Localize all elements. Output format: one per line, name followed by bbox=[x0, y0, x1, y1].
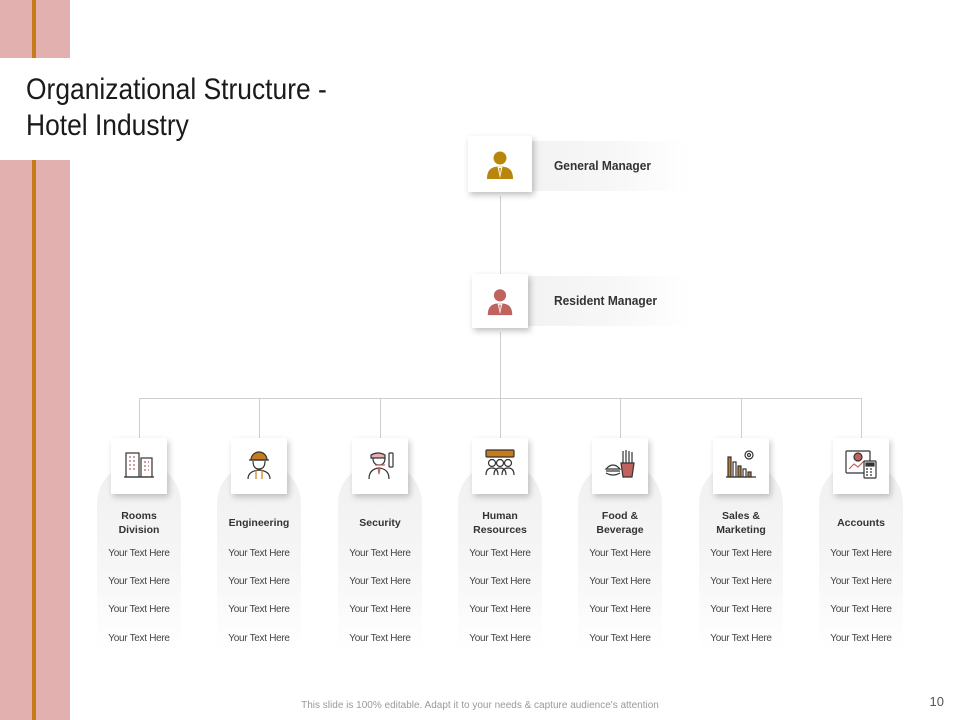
title-line-1: Organizational Structure - bbox=[26, 73, 327, 106]
chart-gear-icon bbox=[724, 447, 758, 486]
department-item-text: Your Text Here bbox=[830, 548, 892, 559]
department-item-text: Your Text Here bbox=[589, 548, 651, 559]
department-item-text: Your Text Here bbox=[710, 633, 772, 644]
title-line-2: Hotel Industry bbox=[26, 109, 189, 142]
connector-drop bbox=[861, 398, 862, 438]
department-name: Engineering bbox=[228, 517, 290, 529]
department-name: Human Resources bbox=[473, 510, 527, 536]
team-icon bbox=[483, 447, 517, 486]
department-item-text: Your Text Here bbox=[108, 548, 170, 559]
department-icon-card[interactable] bbox=[352, 438, 408, 494]
department-item-text: Your Text Here bbox=[589, 576, 651, 587]
user-icon bbox=[487, 151, 513, 179]
department-name: Sales & Marketing bbox=[716, 510, 766, 536]
department-item-text: Your Text Here bbox=[228, 576, 290, 587]
department-item-text: Your Text Here bbox=[589, 633, 651, 644]
general-manager-label: General Manager bbox=[554, 158, 652, 173]
page-number: 10 bbox=[929, 694, 944, 709]
calculator-icon bbox=[844, 447, 878, 486]
department-item-text: Your Text Here bbox=[108, 633, 170, 644]
fast-food-icon bbox=[603, 447, 637, 486]
department-name: Food & Beverage bbox=[596, 510, 644, 536]
connector-drop bbox=[741, 398, 742, 438]
department-item-text: Your Text Here bbox=[349, 633, 411, 644]
department-icon-card[interactable] bbox=[231, 438, 287, 494]
connector-drop bbox=[620, 398, 621, 438]
department-item-text: Your Text Here bbox=[469, 548, 531, 559]
department-item-text: Your Text Here bbox=[108, 576, 170, 587]
department-item-text: Your Text Here bbox=[228, 633, 290, 644]
department-name: Accounts bbox=[837, 517, 885, 529]
footer-note: This slide is 100% editable. Adapt it to… bbox=[301, 700, 659, 711]
department-item-text: Your Text Here bbox=[710, 548, 772, 559]
department-item-text: Your Text Here bbox=[228, 604, 290, 615]
user-icon bbox=[487, 289, 513, 316]
department-icon-card[interactable] bbox=[111, 438, 167, 494]
department-item-text: Your Text Here bbox=[469, 604, 531, 615]
department-name: Security bbox=[359, 517, 401, 529]
department-item-text: Your Text Here bbox=[710, 604, 772, 615]
department-item-text: Your Text Here bbox=[469, 633, 531, 644]
slide-title: Organizational Structure - Hotel Industr… bbox=[26, 72, 327, 144]
connector-rm-bus bbox=[500, 332, 501, 398]
connector-drop bbox=[380, 398, 381, 438]
connector-gm-rm bbox=[500, 196, 501, 276]
department-item-text: Your Text Here bbox=[349, 576, 411, 587]
resident-manager-card[interactable] bbox=[472, 274, 528, 328]
department-icon-card[interactable] bbox=[592, 438, 648, 494]
department-icon-card[interactable] bbox=[713, 438, 769, 494]
department-item-text: Your Text Here bbox=[349, 604, 411, 615]
department-item-text: Your Text Here bbox=[349, 548, 411, 559]
department-item-text: Your Text Here bbox=[228, 548, 290, 559]
department-item-text: Your Text Here bbox=[589, 604, 651, 615]
connector-drop bbox=[500, 398, 501, 438]
security-guard-icon bbox=[363, 447, 397, 486]
engineer-icon bbox=[242, 447, 276, 486]
department-item-text: Your Text Here bbox=[710, 576, 772, 587]
department-item-text: Your Text Here bbox=[830, 633, 892, 644]
connector-drop bbox=[259, 398, 260, 438]
resident-manager-label: Resident Manager bbox=[554, 293, 658, 308]
department-item-text: Your Text Here bbox=[830, 604, 892, 615]
general-manager-card[interactable] bbox=[468, 136, 532, 192]
department-icon-card[interactable] bbox=[472, 438, 528, 494]
connector-drop bbox=[139, 398, 140, 438]
department-item-text: Your Text Here bbox=[469, 576, 531, 587]
department-item-text: Your Text Here bbox=[108, 604, 170, 615]
building-icon bbox=[122, 447, 156, 486]
department-name: Rooms Division bbox=[118, 510, 160, 536]
department-icon-card[interactable] bbox=[833, 438, 889, 494]
department-item-text: Your Text Here bbox=[830, 576, 892, 587]
